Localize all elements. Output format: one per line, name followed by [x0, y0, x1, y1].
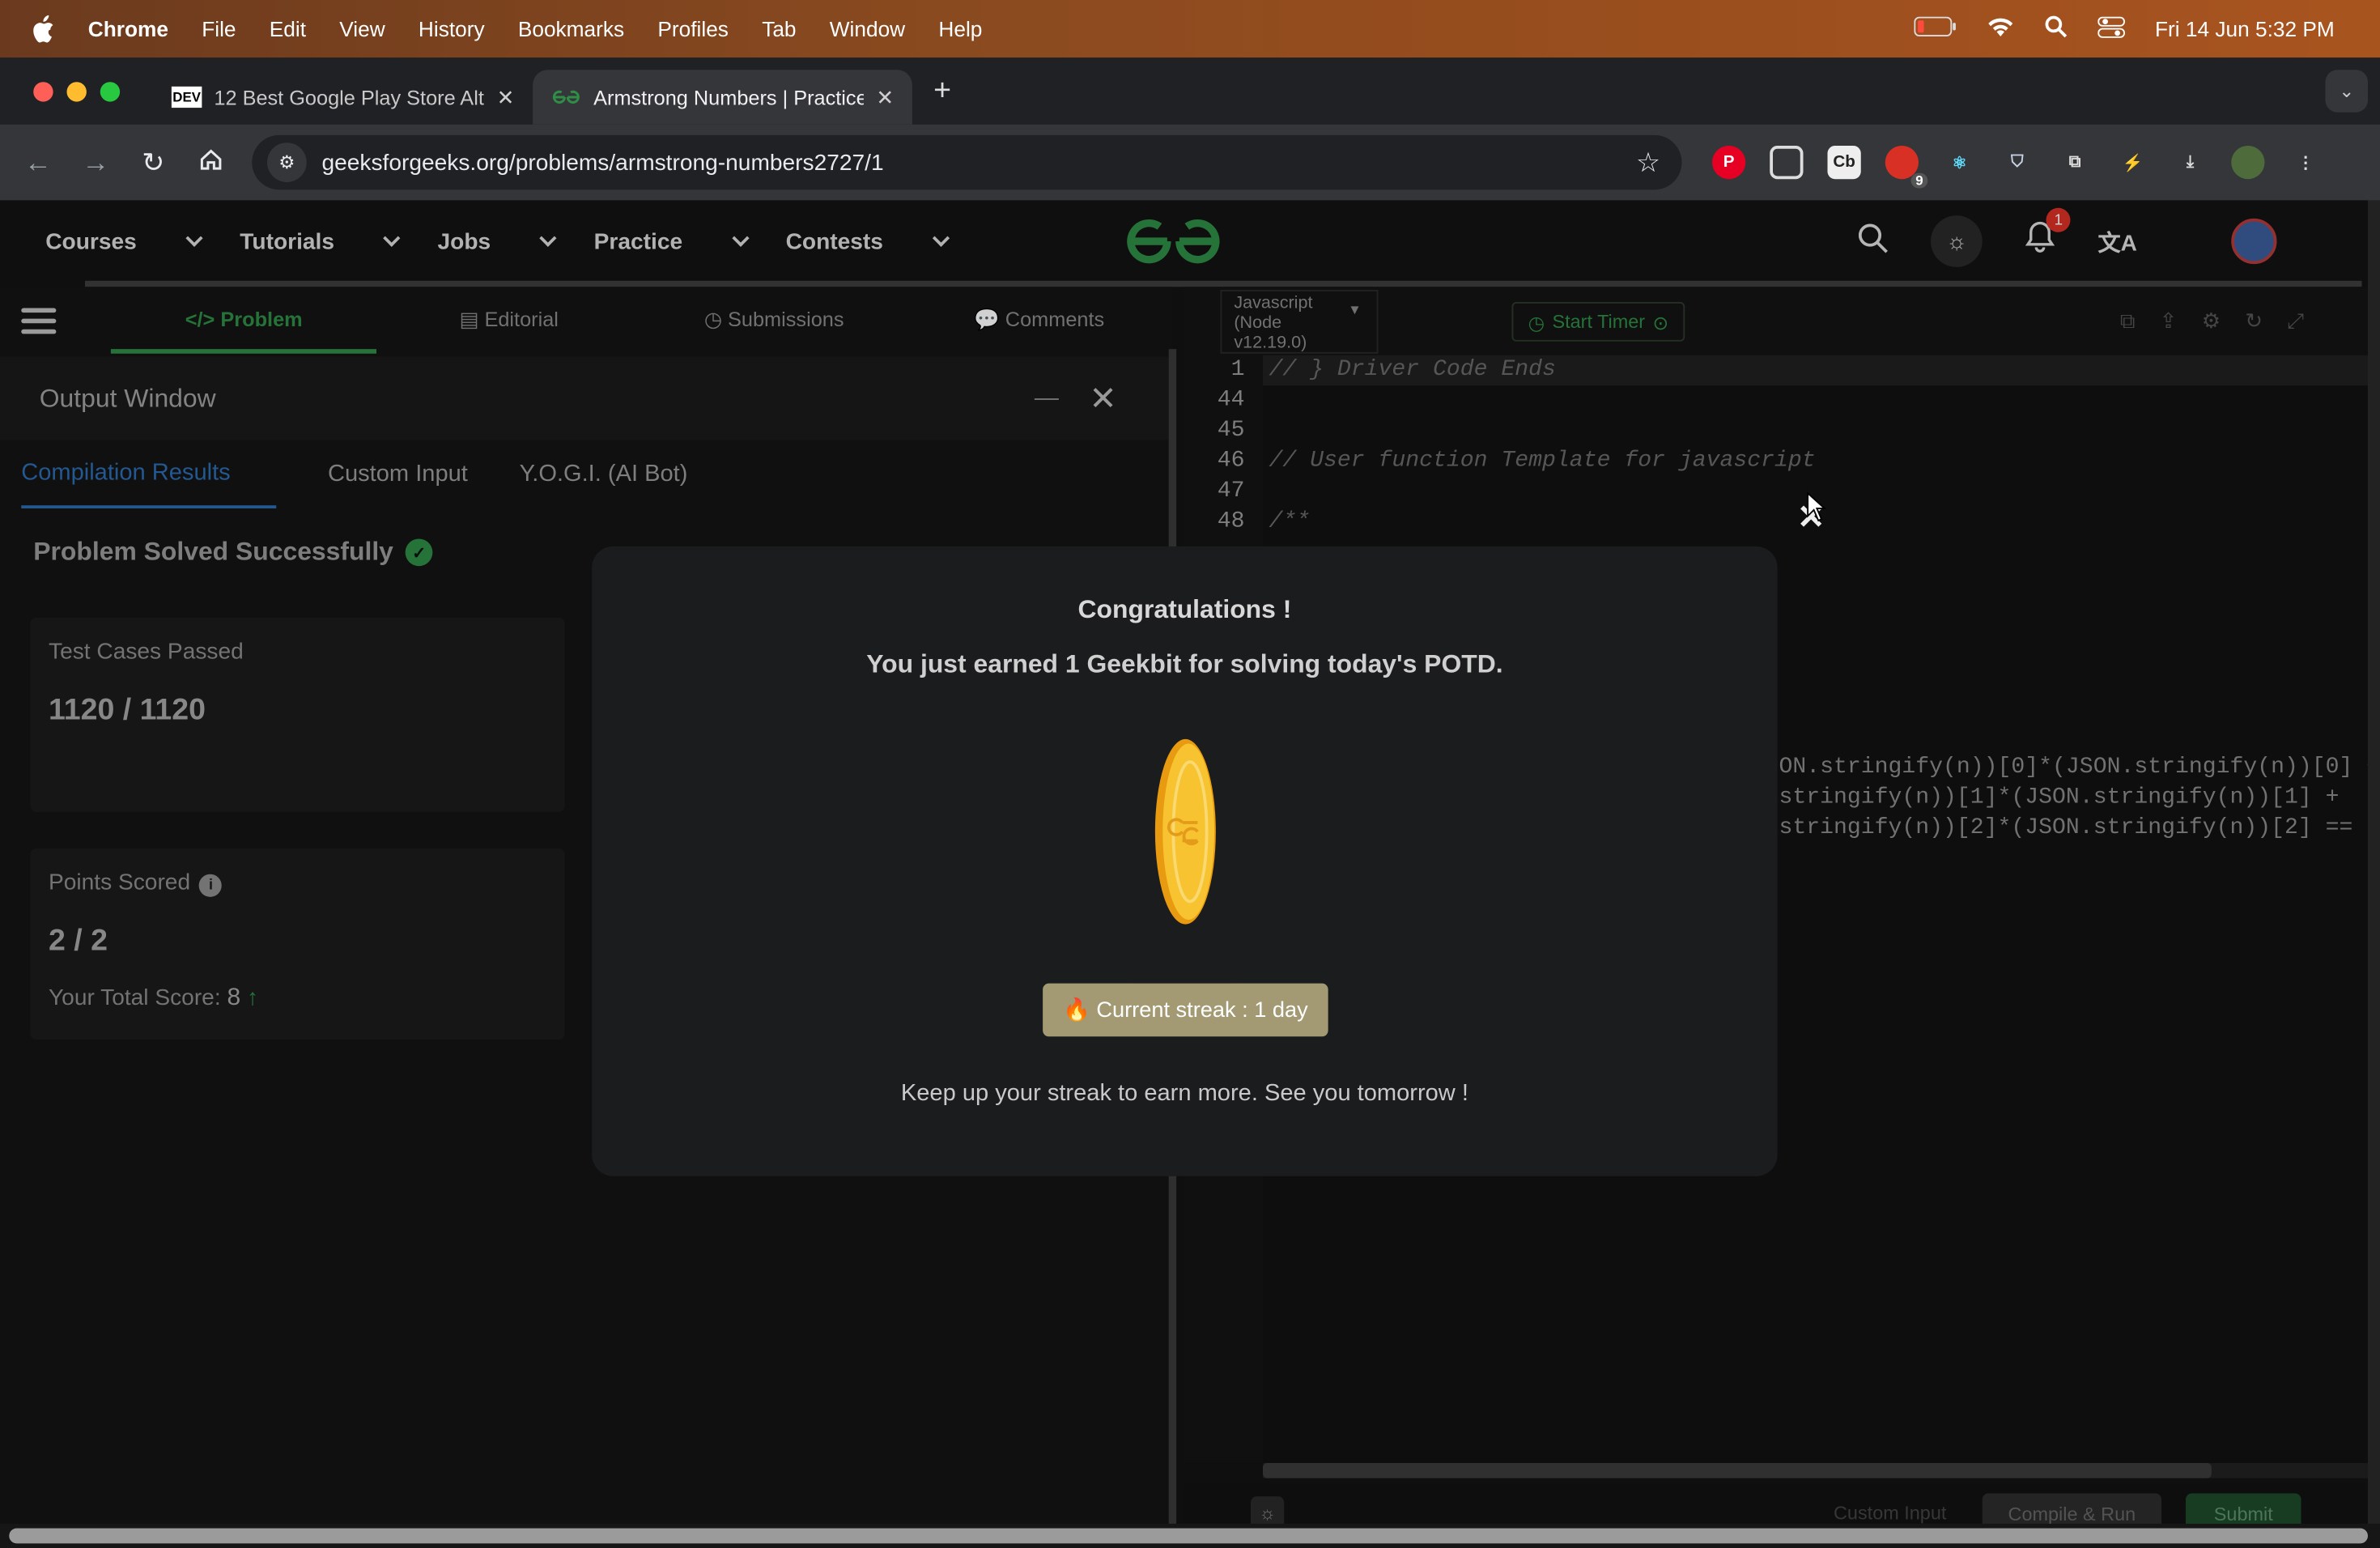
menu-clock[interactable]: Fri 14 Jun 5:32 PM: [2155, 17, 2335, 41]
bookmark-star-icon[interactable]: ☆: [1636, 147, 1660, 178]
browser-tab-dev[interactable]: DEV 12 Best Google Play Store Alt ✕: [153, 70, 533, 124]
menu-view[interactable]: View: [339, 17, 385, 41]
address-bar[interactable]: ⚙ geeksforgeeks.org/problems/armstrong-n…: [252, 134, 1682, 190]
minimize-window-button[interactable]: [66, 81, 87, 101]
menu-profiles[interactable]: Profiles: [657, 17, 729, 41]
browser-toolbar: ← → ↻ ⚙ geeksforgeeks.org/problems/armst…: [0, 124, 2380, 201]
notification-extension-icon[interactable]: 9: [1885, 145, 1928, 189]
tab-title: 12 Best Google Play Store Alt: [214, 85, 484, 109]
tab-title: Armstrong Numbers | Practice: [593, 85, 865, 109]
menu-bookmarks[interactable]: Bookmarks: [518, 17, 624, 41]
menu-history[interactable]: History: [419, 17, 485, 41]
dev-favicon: DEV: [171, 86, 202, 108]
screen: Chrome File Edit View History Bookmarks …: [0, 0, 2380, 1548]
shield-extension-icon[interactable]: ⛉: [2000, 146, 2034, 179]
menu-window[interactable]: Window: [830, 17, 905, 41]
pinterest-extension-icon[interactable]: P: [1712, 145, 1746, 180]
tab-extension-icon[interactable]: [1770, 145, 1804, 180]
react-devtools-icon[interactable]: ⚛: [1943, 146, 1976, 179]
reload-icon[interactable]: ↻: [125, 147, 182, 178]
menu-file[interactable]: File: [202, 17, 236, 41]
battery-icon[interactable]: [1913, 16, 1957, 41]
puzzle-extensions-icon[interactable]: ⧉: [2059, 146, 2092, 179]
modal-title: Congratulations !: [1077, 594, 1292, 624]
modal-footer-text: Keep up your streak to earn more. See yo…: [900, 1080, 1468, 1107]
modal-message: You just earned 1 Geekbit for solving to…: [866, 649, 1503, 678]
home-icon[interactable]: [182, 147, 240, 178]
spotlight-search-icon[interactable]: [2044, 15, 2067, 43]
performance-icon[interactable]: ⚡: [2116, 146, 2149, 179]
tab-search-chevron-icon[interactable]: ⌄: [2325, 70, 2368, 113]
close-window-button[interactable]: [33, 81, 53, 101]
url-text[interactable]: geeksforgeeks.org/problems/armstrong-num…: [322, 150, 884, 176]
browser-tab-gfg[interactable]: Armstrong Numbers | Practice ✕: [533, 70, 912, 125]
current-streak-badge: 🔥 Current streak : 1 day: [1043, 983, 1328, 1037]
close-tab-icon[interactable]: ✕: [876, 84, 894, 110]
control-center-icon[interactable]: [2097, 15, 2125, 42]
geekbit-coin-icon: [1154, 738, 1216, 925]
menu-app-name[interactable]: Chrome: [88, 17, 168, 41]
fire-icon: 🔥: [1062, 998, 1090, 1023]
forward-arrow-icon[interactable]: →: [67, 147, 125, 178]
menu-help[interactable]: Help: [938, 17, 982, 41]
extensions-area: P Cb 9 ⚛ ⛉ ⧉ ⚡ ⤓ ⋮: [1712, 145, 2323, 189]
chrome-menu-icon[interactable]: ⋮: [2289, 146, 2323, 179]
cb-extension-icon[interactable]: Cb: [1827, 145, 1861, 180]
menu-edit[interactable]: Edit: [270, 17, 306, 41]
back-arrow-icon[interactable]: ←: [9, 147, 66, 178]
zoom-window-button[interactable]: [100, 81, 121, 101]
streak-text: Current streak : 1 day: [1096, 997, 1308, 1023]
menu-tab[interactable]: Tab: [762, 17, 796, 41]
site-info-icon[interactable]: ⚙: [267, 142, 307, 182]
download-icon[interactable]: ⤓: [2174, 146, 2207, 179]
window-controls: [33, 81, 121, 101]
macos-menu-bar: Chrome File Edit View History Bookmarks …: [0, 0, 2380, 58]
gfg-favicon: [551, 87, 582, 108]
mouse-cursor-icon: [1807, 491, 1827, 522]
congratulations-modal: Congratulations ! You just earned 1 Geek…: [592, 546, 1778, 1176]
browser-tab-strip: DEV 12 Best Google Play Store Alt ✕ Arms…: [0, 57, 2380, 125]
wifi-icon[interactable]: [1987, 16, 2014, 42]
close-tab-icon[interactable]: ✕: [497, 84, 515, 110]
profile-avatar-icon[interactable]: [2231, 145, 2265, 180]
apple-icon[interactable]: [31, 15, 58, 43]
extension-badge: 9: [1910, 172, 1928, 189]
new-tab-button[interactable]: +: [933, 74, 951, 108]
